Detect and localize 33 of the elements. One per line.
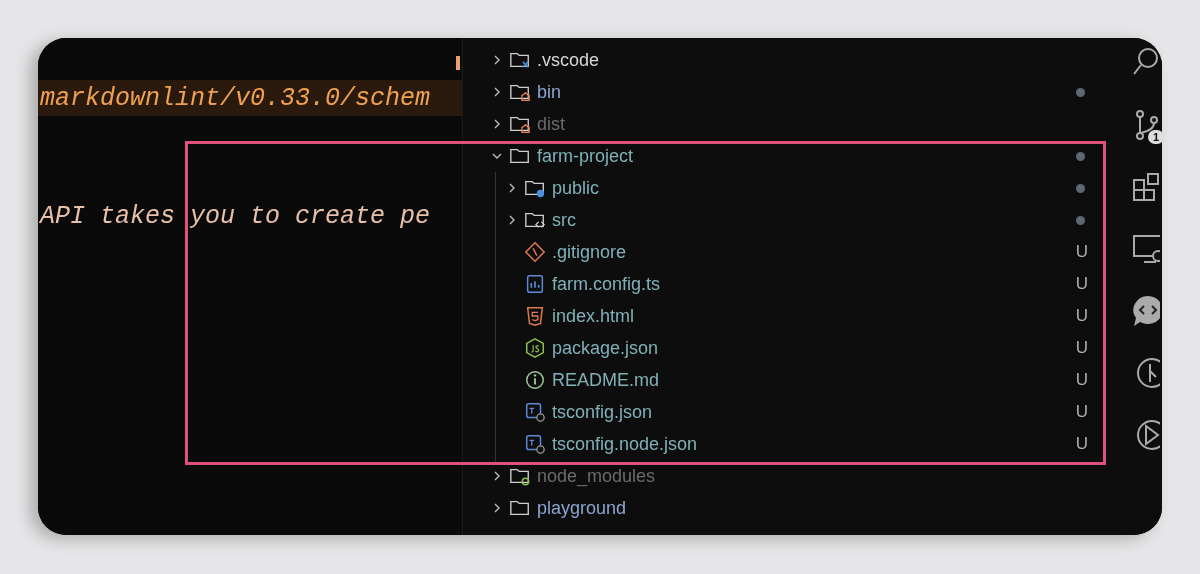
git-status: U bbox=[1075, 434, 1088, 454]
code-line: API takes you to create pe bbox=[40, 201, 431, 231]
file-name[interactable]: src bbox=[552, 209, 576, 231]
file-icon bbox=[524, 305, 546, 327]
file-icon bbox=[524, 337, 546, 359]
badge: 1 bbox=[1147, 130, 1162, 144]
git-status: U bbox=[1075, 338, 1088, 358]
file-icon bbox=[524, 273, 546, 295]
file-icon bbox=[524, 369, 546, 391]
file-icon bbox=[524, 241, 546, 263]
git-status: U bbox=[1075, 242, 1088, 262]
git-status: U bbox=[1075, 370, 1088, 390]
file-name[interactable]: .vscode bbox=[537, 49, 600, 71]
file-name[interactable]: tsconfig.node.json bbox=[552, 433, 698, 455]
file-name[interactable]: node_modules bbox=[537, 465, 656, 487]
file-icon bbox=[524, 401, 546, 423]
git-status: U bbox=[1075, 402, 1088, 422]
file-name[interactable]: public bbox=[552, 177, 600, 199]
file-name[interactable]: playground bbox=[537, 497, 627, 519]
file-name[interactable]: index.html bbox=[552, 305, 635, 327]
file-name[interactable]: .gitignore bbox=[552, 241, 627, 263]
scroll-marker bbox=[456, 56, 460, 70]
git-status: U bbox=[1075, 274, 1088, 294]
file-name[interactable]: README.md bbox=[552, 369, 659, 391]
file-icon bbox=[524, 433, 546, 455]
git-status: U bbox=[1075, 306, 1088, 326]
file-name[interactable]: bin bbox=[537, 81, 562, 103]
code-line: markdownlint/v0.33.0/schem bbox=[40, 83, 431, 113]
file-name[interactable]: dist bbox=[537, 113, 565, 135]
file-name[interactable]: package.json bbox=[552, 337, 659, 359]
file-name[interactable]: tsconfig.json bbox=[552, 401, 653, 423]
file-name[interactable]: farm-project bbox=[537, 145, 634, 167]
file-name[interactable]: farm.config.ts bbox=[552, 273, 661, 295]
